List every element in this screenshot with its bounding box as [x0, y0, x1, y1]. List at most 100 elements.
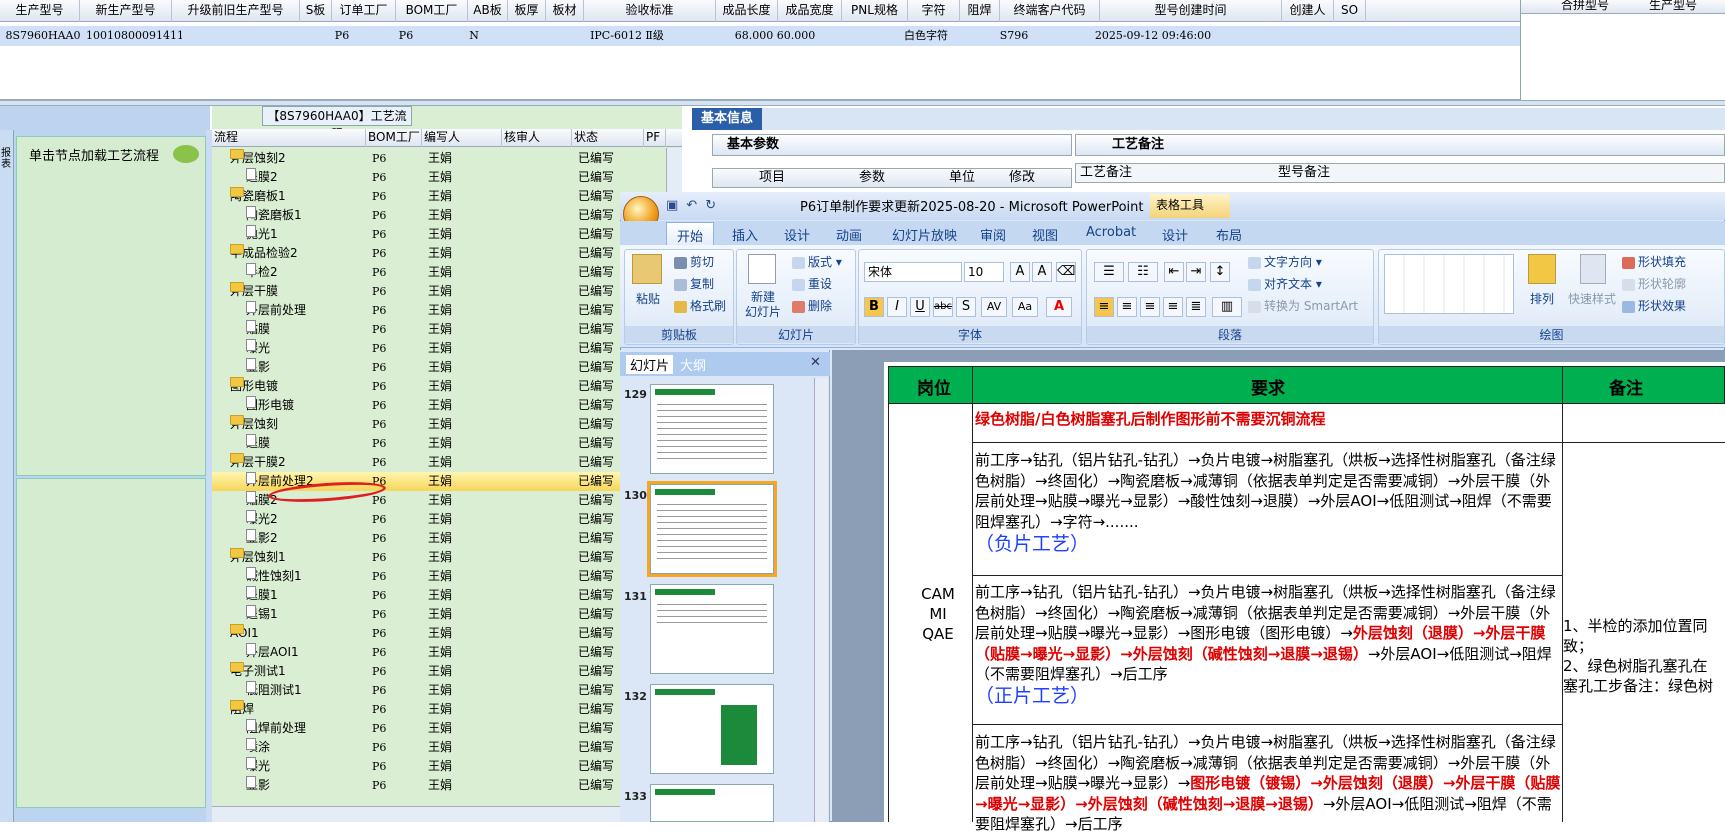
tree-row[interactable]: 曝光 P6 王娟 已编写 — [212, 757, 682, 776]
align-text-button[interactable]: 对齐文本 ▾ — [1248, 275, 1322, 292]
tab-animation[interactable]: 动画 — [836, 225, 862, 244]
undo-icon[interactable]: ↶ — [686, 198, 697, 213]
tab-insert[interactable]: 插入 — [732, 225, 758, 244]
format-painter-button[interactable]: 格式刷 — [674, 297, 726, 314]
justify-icon[interactable]: ≡ — [1163, 297, 1183, 317]
shape-fill-button[interactable]: 形状填充 — [1622, 253, 1686, 270]
tree-row[interactable]: − 图形电镀 P6 王娟 已编写 — [212, 377, 682, 396]
tree-row[interactable]: − 外层干膜2 P6 王娟 已编写 — [212, 453, 682, 472]
tree-row[interactable]: 退膜2 P6 王娟 已编写 — [212, 168, 682, 187]
shape-effects-button[interactable]: 形状效果 — [1622, 297, 1686, 314]
columns-icon[interactable]: ▥ — [1212, 297, 1242, 317]
tree-horizontal-scrollbar[interactable] — [212, 806, 682, 822]
slide-thumbnail[interactable] — [650, 584, 774, 674]
tree-row[interactable]: 显影2 P6 王娟 已编写 — [212, 529, 682, 548]
text-direction-button[interactable]: 文字方向 ▾ — [1248, 253, 1322, 270]
copy-button[interactable]: 复制 — [674, 275, 714, 292]
tree-row[interactable]: − 外层蚀刻1 P6 王娟 已编写 — [212, 548, 682, 567]
col-header[interactable]: S板 — [300, 0, 332, 22]
tree-row[interactable]: 退锡1 P6 王娟 已编写 — [212, 605, 682, 624]
arrange-button[interactable]: 排列 — [1530, 290, 1554, 307]
redo-icon[interactable]: ↻ — [705, 198, 716, 213]
col-header[interactable]: 合拼型号 — [1561, 0, 1609, 13]
smartart-button[interactable]: 转换为 SmartArt — [1248, 297, 1358, 314]
tree-row[interactable]: − 外层蚀刻2 P6 王娟 已编写 — [212, 149, 682, 168]
align-center-icon[interactable]: ≡ — [1117, 297, 1137, 317]
layout-button[interactable]: 版式 ▾ — [792, 253, 842, 270]
arrange-icon[interactable] — [1528, 254, 1556, 284]
paste-icon[interactable] — [632, 254, 662, 284]
paste-button[interactable]: 粘贴 — [636, 290, 660, 307]
tree-row[interactable]: 低阻测试1 P6 王娟 已编写 — [212, 681, 682, 700]
cut-button[interactable]: 剪切 — [674, 253, 714, 270]
tree-row[interactable]: −阻焊 P6 王娟 已编写 — [212, 700, 682, 719]
col-header[interactable]: 项目 — [759, 169, 785, 187]
distribute-icon[interactable]: ≣ — [1186, 297, 1206, 317]
col-header[interactable]: 状态 — [572, 129, 644, 147]
tree-row[interactable]: 外层AOI1 P6 王娟 已编写 — [212, 643, 682, 662]
change-case-icon[interactable]: Aa — [1012, 297, 1038, 317]
font-size-select[interactable]: 10 — [964, 262, 1004, 282]
slide-thumbnail-selected[interactable] — [647, 481, 777, 577]
tab-view[interactable]: 视图 — [1032, 225, 1058, 244]
tree-row[interactable]: 阻焊前处理 P6 王娟 已编写 — [212, 719, 682, 738]
tree-row[interactable]: 喷涂 P6 王娟 已编写 — [212, 738, 682, 757]
shrink-font-icon[interactable]: A — [1032, 262, 1052, 282]
tab-design[interactable]: 设计 — [784, 225, 810, 244]
process-note-tab[interactable]: 工艺备注 — [1075, 134, 1725, 156]
col-header[interactable]: 型号备注 — [1278, 164, 1330, 182]
tab-slideshow[interactable]: 幻灯片放映 — [892, 225, 957, 244]
col-header[interactable]: 编写人 — [422, 129, 502, 147]
col-header[interactable]: 生产型号 — [0, 0, 80, 22]
new-slide-button[interactable]: 新建 幻灯片 — [742, 290, 784, 320]
tree-row[interactable]: 退膜1 P6 王娟 已编写 — [212, 586, 682, 605]
tab-home[interactable]: 开始 — [666, 222, 715, 246]
align-right-icon[interactable]: ≡ — [1140, 297, 1160, 317]
tree-row[interactable]: 半检2 P6 王娟 已编写 — [212, 263, 682, 282]
col-header[interactable]: 字符 — [908, 0, 960, 22]
tree-row[interactable]: 贴膜 P6 王娟 已编写 — [212, 320, 682, 339]
tree-row[interactable]: 显影 P6 王娟 已编写 — [212, 358, 682, 377]
shadow-icon[interactable]: S — [956, 297, 976, 317]
shapes-gallery[interactable] — [1384, 254, 1514, 314]
underline-icon[interactable]: U — [910, 297, 930, 317]
col-header[interactable]: PF — [644, 129, 666, 147]
italic-icon[interactable]: I — [887, 297, 907, 317]
tab-table-design[interactable]: 设计 — [1162, 225, 1188, 244]
tab-review[interactable]: 审阅 — [980, 225, 1006, 244]
bold-icon[interactable]: B — [864, 297, 884, 317]
col-header[interactable]: 型号创建时间 — [1100, 0, 1282, 22]
save-icon[interactable]: ▣ — [666, 198, 678, 213]
col-header[interactable]: 单位 — [949, 169, 975, 187]
col-header[interactable]: 参数 — [859, 169, 885, 187]
col-header[interactable]: 板材 — [546, 0, 584, 22]
col-header[interactable]: AB板 — [468, 0, 508, 22]
tree-row[interactable]: 曝光2 P6 王娟 已编写 — [212, 510, 682, 529]
bullets-icon[interactable]: ☰ — [1094, 262, 1124, 282]
tab-outline[interactable]: 大纲 — [680, 355, 706, 374]
quick-styles-icon[interactable] — [1580, 254, 1606, 284]
tree-row[interactable]: − AOI1 P6 王娟 已编写 — [212, 624, 682, 643]
col-header[interactable]: 订单工厂 — [332, 0, 396, 22]
delete-slide-button[interactable]: 删除 — [792, 297, 832, 314]
table-row[interactable]: 8S7960HAA0 10010800091411 P6 P6 N IPC-60… — [0, 26, 1520, 46]
col-header[interactable]: 成品长度 — [716, 0, 778, 22]
col-header[interactable]: 流程 — [212, 129, 366, 147]
tree-row[interactable]: 退膜 P6 王娟 已编写 — [212, 434, 682, 453]
increase-indent-icon[interactable]: ⇥ — [1186, 262, 1206, 282]
col-header[interactable]: 板厚 — [508, 0, 546, 22]
slide-thumbnail[interactable] — [650, 684, 774, 774]
col-header[interactable]: BOM工厂 — [396, 0, 468, 22]
tree-row[interactable]: 碱性蚀刻1 P6 王娟 已编写 — [212, 567, 682, 586]
tree-row[interactable]: 抛光1 P6 王娟 已编写 — [212, 225, 682, 244]
col-header[interactable]: 升级前旧生产型号 — [172, 0, 300, 22]
new-slide-icon[interactable] — [748, 254, 776, 284]
basic-info-tab[interactable]: 基本信息 — [692, 108, 762, 130]
slide-thumbnail[interactable] — [650, 784, 774, 822]
col-header[interactable]: 阻焊 — [960, 0, 1000, 22]
quick-styles-button[interactable]: 快速样式 — [1568, 290, 1616, 307]
slide-thumbnail[interactable] — [650, 384, 774, 474]
close-icon[interactable]: ✕ — [810, 355, 821, 370]
col-header[interactable]: 工艺备注 — [1080, 164, 1132, 182]
numbering-icon[interactable]: ☷ — [1128, 262, 1158, 282]
